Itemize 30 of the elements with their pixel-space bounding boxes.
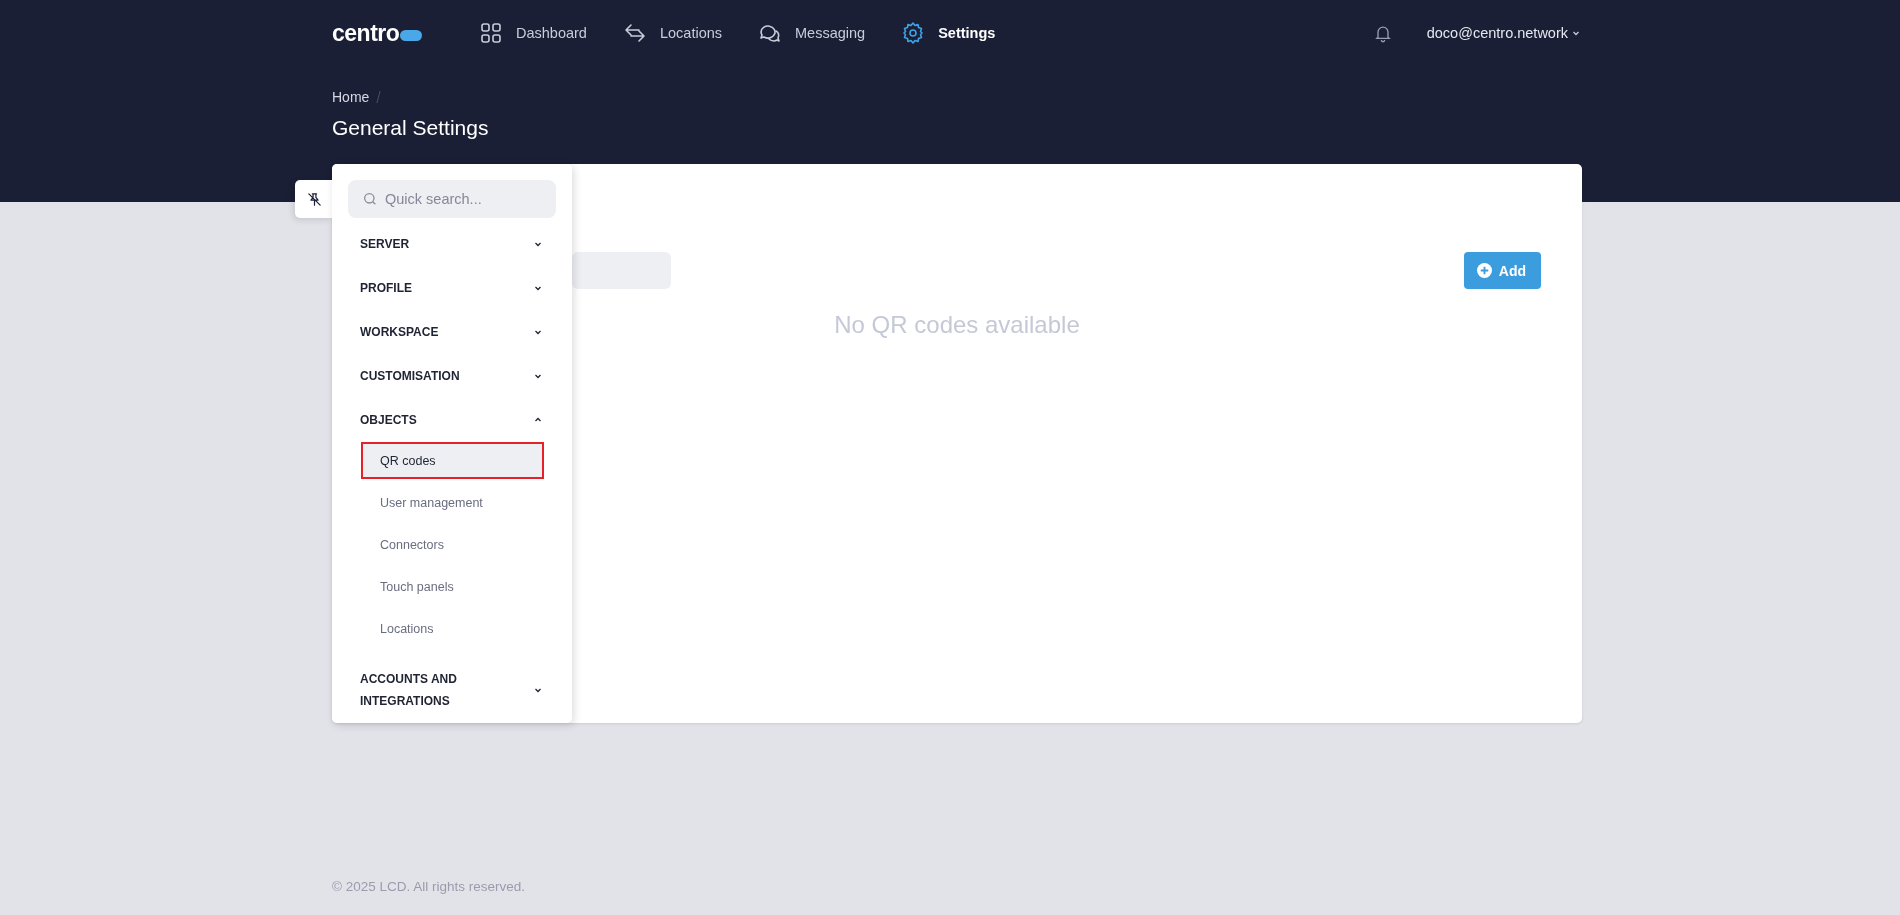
section-header[interactable]: OBJECTS (348, 398, 556, 442)
menu-item[interactable]: QR codes (361, 442, 544, 479)
search-field[interactable]: Quick search... (348, 180, 556, 218)
grid-icon (479, 21, 503, 45)
menu-item[interactable]: User management (361, 484, 544, 521)
nav-link[interactable]: Messaging (758, 21, 866, 45)
section-header[interactable]: WORKSPACE (348, 310, 556, 354)
user-menu[interactable]: doco@centro.network (1426, 25, 1582, 41)
copyright-text: © 2025 LCD. All rights reserved. (332, 879, 527, 894)
nav-link[interactable]: Dashboard (479, 21, 587, 45)
menu-item[interactable]: Connectors (361, 526, 544, 563)
pin-slash-icon (305, 190, 323, 208)
menu-item[interactable]: Locations (361, 610, 544, 647)
section-header[interactable]: CUSTOMISATION (348, 354, 556, 398)
section-header[interactable]: PROFILE (348, 266, 556, 310)
page-title: General Settings (332, 116, 490, 141)
section-header[interactable]: ACCOUNTS AND INTEGRATIONS (348, 660, 556, 720)
settings-icon (901, 21, 926, 45)
search-field[interactable] (572, 252, 671, 289)
section-header[interactable]: SERVER (348, 222, 556, 266)
arrows-icon (622, 21, 647, 45)
nav-link[interactable]: Settings (901, 21, 996, 45)
empty-message: No QR codes available (834, 311, 1080, 339)
logo-mark-icon (400, 29, 423, 41)
menu-item[interactable]: Touch panels (361, 568, 544, 605)
breadcrumb-link[interactable]: Home (332, 89, 370, 105)
logo: centro (332, 19, 400, 47)
plus-circle-icon (1476, 263, 1492, 278)
nav-link[interactable]: Locations (622, 21, 722, 45)
unpin-button[interactable] (295, 180, 333, 218)
